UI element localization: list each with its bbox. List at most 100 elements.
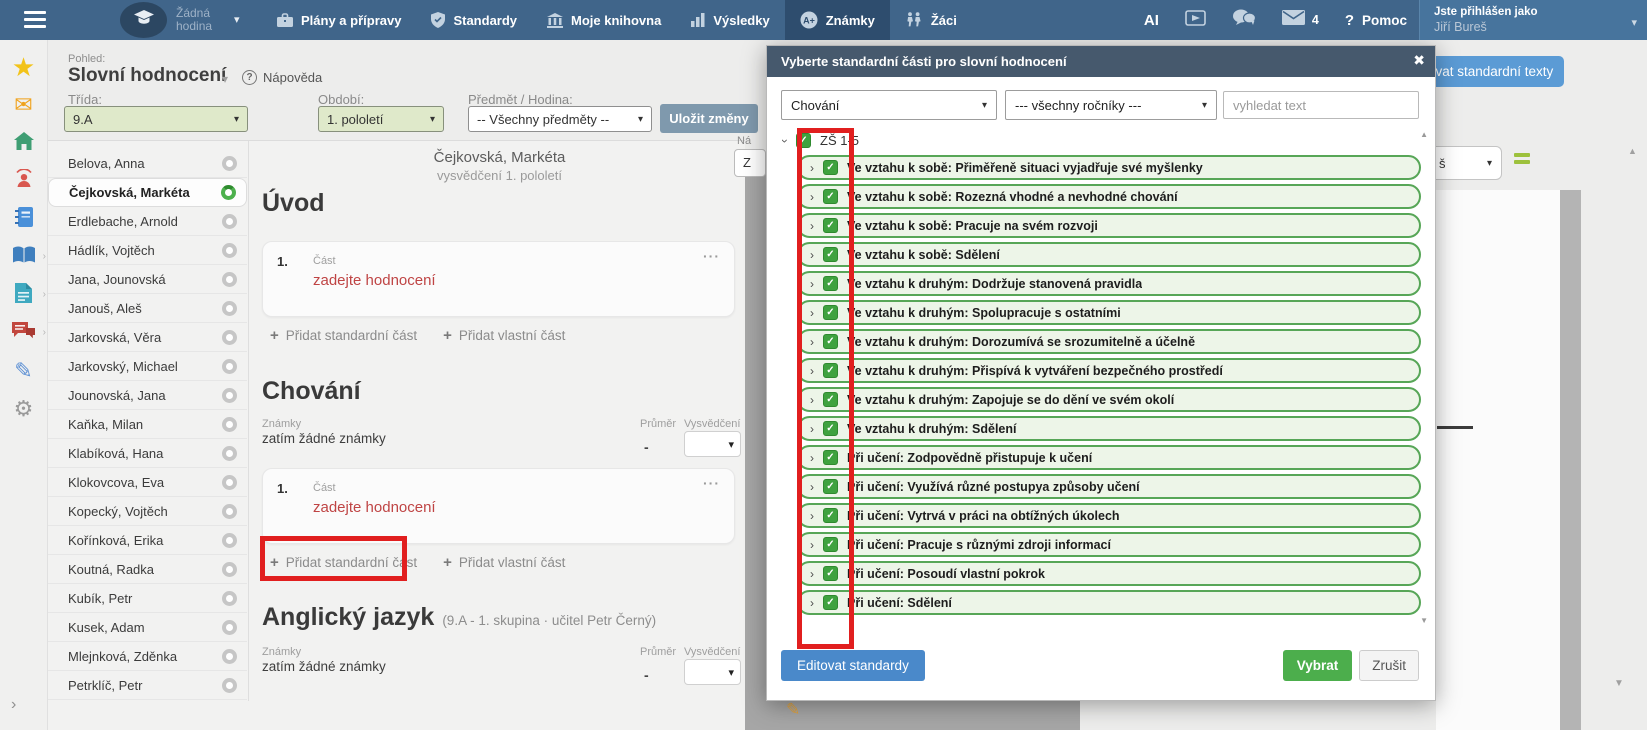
student-row[interactable]: Jarkovská, Věra (48, 323, 247, 352)
cancel-button[interactable]: Zrušit (1359, 650, 1419, 681)
checkbox-checked-icon[interactable]: ✓ (823, 566, 838, 581)
view-selector[interactable]: Slovní hodnocení (68, 65, 226, 87)
reorder-icon[interactable] (1514, 153, 1530, 167)
checkbox-checked-icon[interactable]: ✓ (823, 537, 838, 552)
expand-chevron-icon[interactable]: › (810, 393, 814, 407)
checkbox-checked-icon[interactable]: ✓ (823, 189, 838, 204)
edit-standards-button[interactable]: Editovat standardy (781, 650, 925, 681)
add-standard-part-link[interactable]: +Přidat standardní část (270, 327, 417, 344)
checkbox-checked-icon[interactable]: ✓ (823, 595, 838, 610)
standard-part-row[interactable]: › ✓ Ve vztahu k druhým: Zapojuje se do d… (797, 387, 1421, 412)
student-row[interactable]: Erdlebache, Arnold (48, 207, 247, 236)
student-row[interactable]: Jana, Jounovská (48, 265, 247, 294)
more-icon[interactable]: ··· (703, 475, 720, 491)
add-custom-part-link[interactable]: +Přidat vlastní část (443, 554, 565, 571)
expand-chevron-icon[interactable]: › (810, 219, 814, 233)
checkbox-checked-icon[interactable]: ✓ (823, 392, 838, 407)
student-row[interactable]: Janouš, Aleš (48, 294, 247, 323)
list-scroll-up-icon[interactable]: ▲ (1420, 130, 1428, 139)
checkbox-checked-icon[interactable]: ✓ (823, 363, 838, 378)
student-row[interactable]: Kořínková, Erika (48, 526, 247, 555)
sidebar-item-profile[interactable] (0, 162, 47, 200)
sidebar-item-messages[interactable]: ✉ (0, 86, 47, 124)
expand-chevron-icon[interactable]: › (810, 277, 814, 291)
preview-select-fragment[interactable]: Z (734, 149, 766, 177)
subject-select[interactable]: -- Všechny předměty -- ▾ (468, 106, 652, 132)
standard-part-row[interactable]: › ✓ Ve vztahu k druhým: Dorozumívá se sr… (797, 329, 1421, 354)
expand-chevron-icon[interactable]: › (810, 248, 814, 262)
sidebar-expand-chevron[interactable]: › (11, 696, 16, 714)
standard-part-row[interactable]: › ✓ Ve vztahu k druhým: Spolupracuje s o… (797, 300, 1421, 325)
checkbox-checked-icon[interactable]: ✓ (823, 508, 838, 523)
napoveda-link[interactable]: ? Nápověda (242, 70, 322, 85)
expand-chevron-icon[interactable]: › (810, 190, 814, 204)
sidebar-item-documents[interactable]: › (0, 276, 47, 314)
expand-chevron-icon[interactable]: › (810, 306, 814, 320)
sidebar-item-home[interactable] (0, 124, 47, 162)
student-row[interactable]: Čejkovská, Markéta (48, 178, 247, 207)
standard-part-row[interactable]: › ✓ Ve vztahu k druhým: Dodržuje stanove… (797, 271, 1421, 296)
view-caret-icon[interactable]: ▾ (222, 72, 228, 86)
standard-part-row[interactable]: › ✓ Ve vztahu k druhým: Sdělení (797, 416, 1421, 441)
add-custom-part-link[interactable]: +Přidat vlastní část (443, 327, 565, 344)
expand-chevron-icon[interactable]: › (810, 509, 814, 523)
scroll-up-icon[interactable]: ▲ (1628, 146, 1637, 156)
standard-part-row[interactable]: › ✓ Při učení: Využívá různé postupya zp… (797, 474, 1421, 499)
collapse-chevron-icon[interactable]: › (778, 139, 792, 143)
expand-chevron-icon[interactable]: › (810, 335, 814, 349)
grade-level-select[interactable]: --- všechny ročníky --- ▾ (1005, 90, 1217, 120)
chat-icon[interactable] (1232, 9, 1256, 31)
class-select[interactable]: 9.A ▾ (64, 106, 248, 132)
standard-part-row[interactable]: › ✓ Ve vztahu k druhým: Přispívá k vytvá… (797, 358, 1421, 383)
checkbox-checked-icon[interactable]: ✓ (823, 305, 838, 320)
sidebar-item-favorites[interactable]: ★ (0, 48, 47, 86)
checkbox-checked-icon[interactable]: ✓ (823, 334, 838, 349)
student-row[interactable]: Petrklíč, Petr (48, 671, 247, 700)
user-menu[interactable]: Jste přihlášen jako Jiří Bureš ▾ (1419, 0, 1647, 40)
nav-plany-a-pripravy[interactable]: Plány a přípravy (262, 0, 416, 40)
checkbox-checked-icon[interactable]: ✓ (823, 276, 838, 291)
checkbox-checked-icon[interactable]: ✓ (823, 247, 838, 262)
student-row[interactable]: Kopecký, Vojtěch (48, 497, 247, 526)
standard-part-row[interactable]: › ✓ Při učení: Vytrvá v práci na obtížný… (797, 503, 1421, 528)
checkbox-checked-icon[interactable]: ✓ (796, 133, 811, 148)
tree-root-row[interactable]: › ✓ ZŠ 1-5 (783, 133, 859, 148)
student-row[interactable]: Jounovská, Jana (48, 381, 247, 410)
expand-chevron-icon[interactable]: › (810, 364, 814, 378)
lesson-badge[interactable] (120, 2, 167, 38)
background-scrollbar[interactable] (1560, 190, 1581, 730)
standard-part-row[interactable]: › ✓ Při učení: Posoudí vlastní pokrok (797, 561, 1421, 586)
student-row[interactable]: Kaňka, Milan (48, 410, 247, 439)
sidebar-item-settings[interactable]: ⚙ (0, 390, 47, 428)
student-row[interactable]: Belova, Anna (48, 149, 247, 178)
student-row[interactable]: Kusek, Adam (48, 613, 247, 642)
lesson-selector[interactable]: Žádná hodina (176, 7, 212, 33)
nav-vysledky[interactable]: Výsledky (676, 0, 784, 40)
expand-chevron-icon[interactable]: › (810, 161, 814, 175)
checkbox-checked-icon[interactable]: ✓ (823, 218, 838, 233)
list-scroll-down-icon[interactable]: ▼ (1420, 616, 1428, 625)
nav-znamky[interactable]: A+ Známky (785, 0, 890, 40)
sidebar-item-library[interactable]: › (0, 238, 47, 276)
student-row[interactable]: Mlejnková, Zděnka (48, 642, 247, 671)
standard-part-row[interactable]: › ✓ Ve vztahu k sobě: Pracuje na svém ro… (797, 213, 1421, 238)
close-icon[interactable]: ✖ (1413, 52, 1425, 69)
student-row[interactable]: Jarkovský, Michael (48, 352, 247, 381)
student-row[interactable]: Koutná, Radka (48, 555, 247, 584)
enter-evaluation-link[interactable]: zadejte hodnocení (313, 272, 436, 289)
nav-standardy[interactable]: Standardy (416, 0, 532, 40)
expand-chevron-icon[interactable]: › (810, 538, 814, 552)
certificate-select[interactable]: ▾ (684, 659, 741, 685)
student-row[interactable]: Klabíková, Hana (48, 439, 247, 468)
certificate-select[interactable]: ▾ (684, 431, 741, 457)
ai-button[interactable]: AI (1144, 12, 1159, 29)
student-row[interactable]: Klokovcova, Eva (48, 468, 247, 497)
category-select[interactable]: Chování ▾ (781, 90, 997, 120)
nav-zaci[interactable]: Žáci (890, 0, 972, 40)
sidebar-item-discussions[interactable]: › (0, 314, 47, 352)
cast-icon[interactable] (1185, 10, 1206, 31)
enter-evaluation-link[interactable]: zadejte hodnocení (313, 499, 436, 516)
standard-part-row[interactable]: › ✓ Při učení: Sdělení (797, 590, 1421, 615)
checkbox-checked-icon[interactable]: ✓ (823, 450, 838, 465)
search-input[interactable] (1223, 91, 1419, 119)
